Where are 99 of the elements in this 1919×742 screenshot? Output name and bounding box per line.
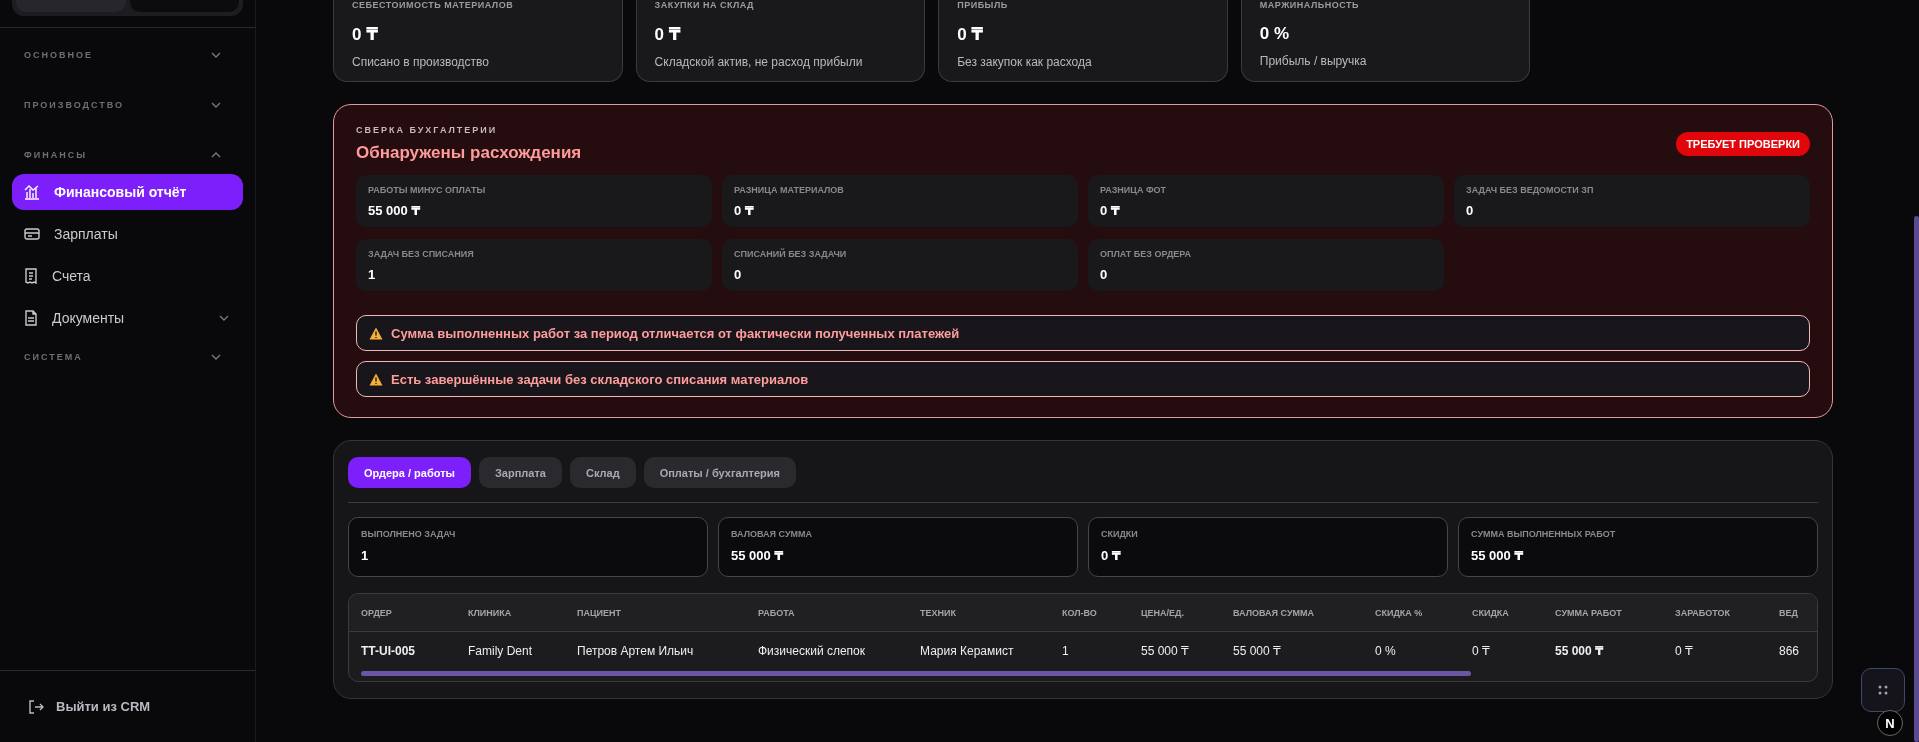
metric-label: ОПЛАТ БЕЗ ОРДЕРА xyxy=(1100,249,1192,259)
summary-value: 55 000 ₸ xyxy=(731,548,785,563)
metric-label: ЗАДАЧ БЕЗ СПИСАНИЯ xyxy=(368,249,475,259)
kpi-label: ЗАКУПКИ НА СКЛАД xyxy=(654,0,756,10)
table-cell-text: 55 000 ₸ xyxy=(1233,643,1282,658)
nav-section-title: ФИНАНСЫ xyxy=(24,150,87,160)
nav-section-title: ПРОИЗВОДСТВО xyxy=(24,100,125,110)
kpi-label: ПРИБЫЛЬ xyxy=(957,0,1009,10)
column-header: ЦЕНА/ЕД. xyxy=(1141,607,1185,618)
kpi-note: Складской актив, не расход прибыли xyxy=(654,55,864,69)
tab[interactable]: Зарплата xyxy=(478,457,562,488)
tab[interactable]: Склад xyxy=(569,457,636,488)
chevron-up-icon xyxy=(211,152,221,158)
summary-value: 0 ₸ xyxy=(1101,548,1122,563)
kpi-value: 0 % xyxy=(1259,24,1291,44)
nav-item[interactable]: Документы xyxy=(12,300,243,336)
column-header: СУММА РАБОТ xyxy=(1555,607,1623,618)
chevron-down-icon xyxy=(211,102,221,108)
document-icon xyxy=(24,310,38,326)
metric-value: 0 xyxy=(734,267,743,282)
summary-value: 55 000 ₸ xyxy=(1471,548,1525,563)
alert-text: Сумма выполненных работ за период отличается от фактически полученных платежей xyxy=(391,325,960,341)
metric-value: 0 xyxy=(1466,203,1475,218)
kpi-label: МАРЖИНАЛЬНОСТЬ xyxy=(1259,0,1360,10)
dots-icon xyxy=(1877,684,1889,696)
nav-item[interactable]: Зарплаты xyxy=(12,216,243,252)
column-header: КЛИНИКА xyxy=(468,607,513,618)
kpi-label: СЕБЕСТОИМОСТЬ МАТЕРИАЛОВ xyxy=(352,0,515,10)
warning-icon xyxy=(369,326,383,340)
summary-value: 1 xyxy=(361,548,370,563)
table-cell-text: 0 ₸ xyxy=(1472,643,1491,658)
nav-section-header[interactable]: ОСНОВНОЕ xyxy=(12,40,243,70)
column-header: ВЕД xyxy=(1779,607,1799,618)
chevron-down-icon xyxy=(211,52,221,58)
table-cell-text: Мария Керамист xyxy=(920,643,1015,658)
nav-section-title: ОСНОВНОЕ xyxy=(24,50,93,60)
nav-section-title: СИСТЕМА xyxy=(24,352,83,362)
table-cell-text: 55 000 ₸ xyxy=(1141,643,1190,658)
table-cell-text: 866 xyxy=(1779,643,1801,658)
nav-item[interactable]: Счета xyxy=(12,258,243,294)
column-header: ЗАРАБОТОК xyxy=(1675,607,1732,618)
metric-label: РАЗНИЦА ФОТ xyxy=(1100,185,1168,195)
metric-label: ЗАДАЧ БЕЗ ВЕДОМОСТИ ЗП xyxy=(1466,185,1595,195)
kpi-value: 0 ₸ xyxy=(957,24,985,45)
kpi-note: Прибыль / выручка xyxy=(1259,54,1368,68)
column-header: СКИДКА % xyxy=(1375,607,1424,618)
alert-text: Есть завершённые задачи без складского списания материалов xyxy=(391,371,809,387)
metric-value: 1 xyxy=(368,267,377,282)
kpi-note: Списано в производство xyxy=(352,55,490,69)
metric-label: РАЗНИЦА МАТЕРИАЛОВ xyxy=(734,185,845,195)
panel-title: Обнаружены расхождения xyxy=(356,143,582,163)
column-header: ВАЛОВАЯ СУММА xyxy=(1233,607,1315,618)
column-header: СКИДКА xyxy=(1472,607,1510,618)
summary-label: СУММА ВЫПОЛНЕННЫХ РАБОТ xyxy=(1471,529,1617,539)
nav-section-header[interactable]: СИСТЕМА xyxy=(12,342,243,372)
summary-label: ВАЛОВАЯ СУММА xyxy=(731,529,813,539)
nav-section-header[interactable]: ФИНАНСЫ xyxy=(12,140,243,170)
kpi-value: 0 ₸ xyxy=(654,24,682,45)
status-badge: ТРЕБУЕТ ПРОВЕРКИ xyxy=(1676,132,1810,156)
metric-label: СПИСАНИЙ БЕЗ ЗАДАЧИ xyxy=(734,249,848,259)
column-header: РАБОТА xyxy=(758,607,796,618)
warning-icon xyxy=(369,372,383,386)
logout-link[interactable]: Выйти из CRM xyxy=(0,670,255,742)
kpi-value: 0 ₸ xyxy=(352,24,379,45)
summary-label: ВЫПОЛНЕНО ЗАДАЧ xyxy=(361,529,457,539)
kpi-note: Без закупок как расхода xyxy=(957,55,1093,69)
dev-badge[interactable]: N xyxy=(1877,710,1903,736)
chevron-down-icon xyxy=(211,354,221,360)
metric-value: 0 xyxy=(1100,267,1109,282)
card-icon xyxy=(24,227,40,241)
column-header: ТЕХНИК xyxy=(920,607,957,618)
metric-value: 0 ₸ xyxy=(734,203,755,218)
column-header: ОРДЕР xyxy=(361,607,393,618)
page-scrollbar[interactable] xyxy=(1914,216,1919,742)
nav-item[interactable]: Финансовый отчёт xyxy=(12,174,243,210)
table-cell-text: 55 000 ₸ xyxy=(1555,643,1605,658)
table-cell-text: 0 ₸ xyxy=(1675,643,1694,658)
table-cell-text: Петров Артем Ильич xyxy=(577,643,695,658)
nav-section-header[interactable]: ПРОИЗВОДСТВО xyxy=(12,90,243,120)
chart-icon xyxy=(24,184,40,200)
receipt-icon xyxy=(24,268,38,284)
table-cell-text: 1 xyxy=(1062,643,1070,658)
logout-icon xyxy=(28,698,44,715)
mode-switch[interactable] xyxy=(12,0,243,16)
column-header: ПАЦИЕНТ xyxy=(577,607,622,618)
metric-value: 0 ₸ xyxy=(1100,203,1121,218)
column-header: КОЛ-ВО xyxy=(1062,607,1098,618)
summary-label: СКИДКИ xyxy=(1101,529,1139,539)
tab[interactable]: Ордера / работы xyxy=(348,457,471,488)
metric-label: РАБОТЫ МИНУС ОПЛАТЫ xyxy=(368,185,487,195)
tab[interactable]: Оплаты / бухгалтерия xyxy=(643,457,796,488)
dev-tools-button[interactable] xyxy=(1861,668,1905,712)
metric-value: 55 000 ₸ xyxy=(368,203,422,218)
table-cell-text: Физический слепок xyxy=(758,643,867,658)
mode-switch-segment[interactable] xyxy=(16,0,126,12)
table-cell-text: Family Dent xyxy=(468,643,533,658)
table-cell-text: TT-UI-005 xyxy=(361,643,416,658)
panel-eyebrow: СВЕРКА БУХГАЛТЕРИИ xyxy=(356,125,499,135)
table-cell-text: 0 % xyxy=(1375,643,1397,658)
